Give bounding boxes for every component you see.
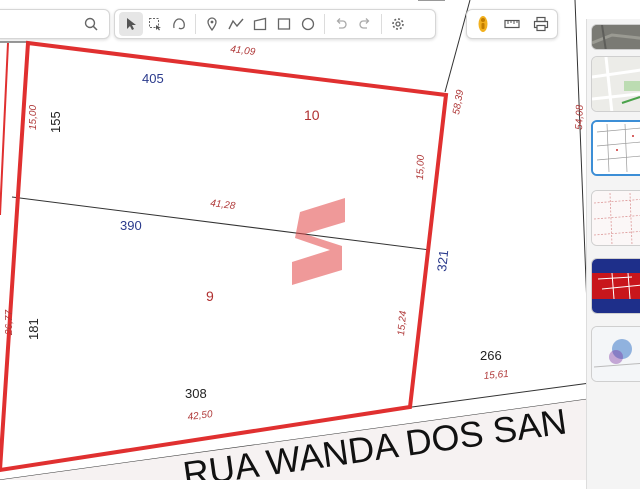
measurement-right-upper: 15,00 [415, 154, 427, 180]
basemap-thumb-streets[interactable] [591, 56, 640, 112]
gear-icon [391, 17, 405, 31]
tool-group-search [0, 9, 110, 39]
polyline-icon [228, 17, 244, 31]
measurement-top-right: 58,39 [451, 89, 466, 116]
measurement-right-lower: 15,24 [396, 310, 409, 336]
basemap-thumb-zoning[interactable] [591, 258, 640, 314]
rectangle-button[interactable] [272, 12, 296, 36]
pointer-button[interactable] [119, 12, 143, 36]
lot-number-181: 181 [26, 318, 41, 340]
basemap-thumb-density[interactable] [591, 326, 640, 382]
search-button[interactable] [79, 12, 103, 36]
box-select-button[interactable] [143, 12, 167, 36]
toolbar-separator [195, 14, 196, 34]
polygon-button[interactable] [248, 12, 272, 36]
lot-number-405: 405 [142, 71, 164, 86]
basemap-thumb-cadastre[interactable] [591, 120, 640, 176]
highlighted-lot[interactable] [0, 40, 449, 473]
measurement-bottom-right: 15,61 [483, 369, 509, 382]
lot-number-321: 321 [434, 249, 451, 272]
polygon-icon [253, 17, 267, 31]
polyline-button[interactable] [224, 12, 248, 36]
tool-group-draw [114, 9, 436, 39]
toolbar-separator [381, 14, 382, 34]
pin-button[interactable] [200, 12, 224, 36]
undo-icon [334, 17, 348, 31]
circle-icon [301, 17, 315, 31]
measurement-bottom: 42,50 [187, 409, 214, 423]
redo-button[interactable] [353, 12, 377, 36]
lasso-icon [172, 17, 186, 31]
ruler-icon [504, 18, 520, 30]
measurement-top: 41,09 [230, 44, 257, 58]
adjacent-lot-edge [0, 42, 9, 216]
undo-button[interactable] [329, 12, 353, 36]
measure-button[interactable] [500, 12, 524, 36]
measurement-middle: 41,28 [210, 198, 237, 212]
lot-label-10: 10 [304, 107, 320, 123]
measurement-left-bottom: 26,77 [4, 310, 15, 336]
rectangle-icon [277, 17, 291, 31]
print-icon [533, 16, 549, 32]
pin-icon [205, 17, 219, 31]
measurement-left-top: 15,00 [28, 105, 39, 130]
print-button[interactable] [529, 12, 553, 36]
street-view-icon [476, 15, 490, 33]
box-select-icon [148, 17, 162, 31]
lasso-button[interactable] [167, 12, 191, 36]
measurement-far-right: 54,08 [574, 104, 586, 130]
basemap-panel [586, 19, 640, 489]
basemap-thumb-satellite[interactable] [591, 24, 640, 50]
toolbar-separator [324, 14, 325, 34]
street-view-button[interactable] [471, 12, 495, 36]
map-canvas[interactable]: 405 390 155 181 308 266 321 10 9 41,09 1… [0, 0, 640, 480]
lot-label-9: 9 [206, 288, 214, 304]
lot-number-390: 390 [120, 218, 142, 233]
search-icon [84, 17, 98, 31]
redo-icon [358, 17, 372, 31]
basemap-thumb-parcels[interactable] [591, 190, 640, 246]
settings-button[interactable] [386, 12, 410, 36]
circle-button[interactable] [296, 12, 320, 36]
lot-number-266: 266 [480, 348, 502, 363]
lot-number-155: 155 [48, 111, 63, 133]
watermark-logo [292, 198, 345, 285]
lot-number-308: 308 [185, 386, 207, 401]
pointer-icon [124, 17, 138, 31]
tool-group-view [466, 9, 558, 39]
